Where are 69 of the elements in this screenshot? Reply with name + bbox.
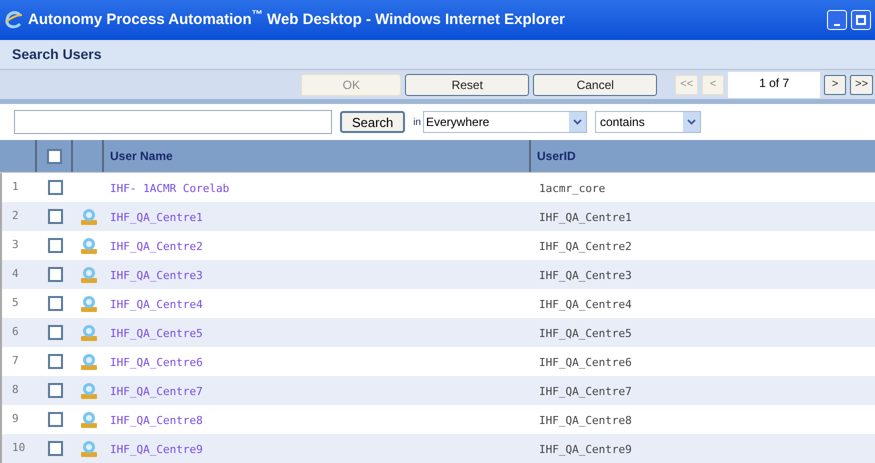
chevron-icon [683,112,700,132]
user-icon [80,440,98,458]
user-name-link[interactable]: IHF_QA_Centre7 [110,384,203,398]
user-id-cell: IHF_QA_Centre2 [539,240,632,252]
pager-button[interactable]: > [824,74,846,94]
row-number: 8 [11,382,20,398]
in-label: in [413,116,421,130]
user-id-cell: IHF_QA_Centre4 [539,298,632,310]
user-name-link[interactable]: IHF_QA_Centre6 [110,356,203,368]
row-number: 3 [11,237,20,254]
user-icon [80,410,98,428]
user-icon [80,236,98,254]
user-icon [80,352,98,370]
user-id-cell: IHF_QA_Centre9 [539,442,632,456]
maximize-button[interactable] [851,10,871,30]
row-number: 7 [11,353,20,370]
toolbar-button[interactable]: Cancel [533,74,658,96]
user-name-link[interactable]: IHF_QA_Centre8 [110,414,203,426]
user-icon [80,266,98,284]
checkbox[interactable] [48,412,62,427]
toolbar-button[interactable]: Reset [405,74,530,96]
row-number: 6 [11,324,20,340]
user-id-cell: IHF_QA_Centre5 [539,326,632,340]
user-name-link[interactable]: IHF_QA_Centre9 [110,442,203,456]
user-id-cell: IHF_QA_Centre3 [539,268,632,282]
user-icon [80,382,98,400]
checkbox[interactable] [48,209,62,224]
user-id-cell: IHF_QA_Centre8 [539,414,632,426]
match-dropdown[interactable]: contains [595,111,701,133]
checkbox[interactable] [46,148,62,164]
row-number: 9 [11,411,20,428]
column-header[interactable]: UserID [537,147,576,165]
search-field[interactable] [14,110,332,134]
row-number: 1 [11,179,20,196]
chevron-icon [569,112,586,132]
checkbox[interactable] [48,238,62,253]
user-id-cell: 1acmr_core [539,182,606,194]
user-icon [80,294,98,312]
checkbox[interactable] [48,441,62,456]
user-name-link[interactable]: IHF_QA_Centre2 [110,240,203,252]
user-icon [80,208,98,226]
user-name-link[interactable]: IHF- 1ACMR Corelab [110,182,230,194]
page-indicator: 1 of 7 [728,72,820,98]
search-button[interactable]: Search [340,111,406,133]
user-id-cell: IHF_QA_Centre1 [539,210,632,224]
checkbox[interactable] [48,383,62,398]
user-icon [80,324,98,342]
checkbox[interactable] [48,267,62,282]
checkbox[interactable] [48,296,62,311]
panel-title: Search Users [12,45,102,64]
window-title: Autonomy Process Automation$^{™}$ Web Desktop - Windows Internet Explorer [28,8,566,30]
user-id-cell: IHF_QA_Centre6 [539,356,632,368]
user-name-link[interactable]: IHF_QA_Centre4 [110,298,203,310]
row-number: 5 [11,295,20,312]
row-number: 2 [11,208,20,224]
minimize-button[interactable] [827,10,847,30]
user-name-link[interactable]: IHF_QA_Centre3 [110,268,203,282]
checkbox[interactable] [48,180,62,195]
checkbox[interactable] [48,325,62,340]
row-number: 10 [11,440,26,456]
column-header[interactable]: User Name [110,147,173,165]
checkbox[interactable] [48,354,62,369]
scope-dropdown[interactable]: Everywhere [423,111,587,133]
browser-logo-icon [4,10,24,30]
row-number: 4 [11,266,20,282]
user-id-cell: IHF_QA_Centre7 [539,384,632,398]
pager-button[interactable]: >> [850,74,873,94]
user-name-link[interactable]: IHF_QA_Centre5 [110,326,203,340]
user-name-link[interactable]: IHF_QA_Centre1 [110,210,203,224]
